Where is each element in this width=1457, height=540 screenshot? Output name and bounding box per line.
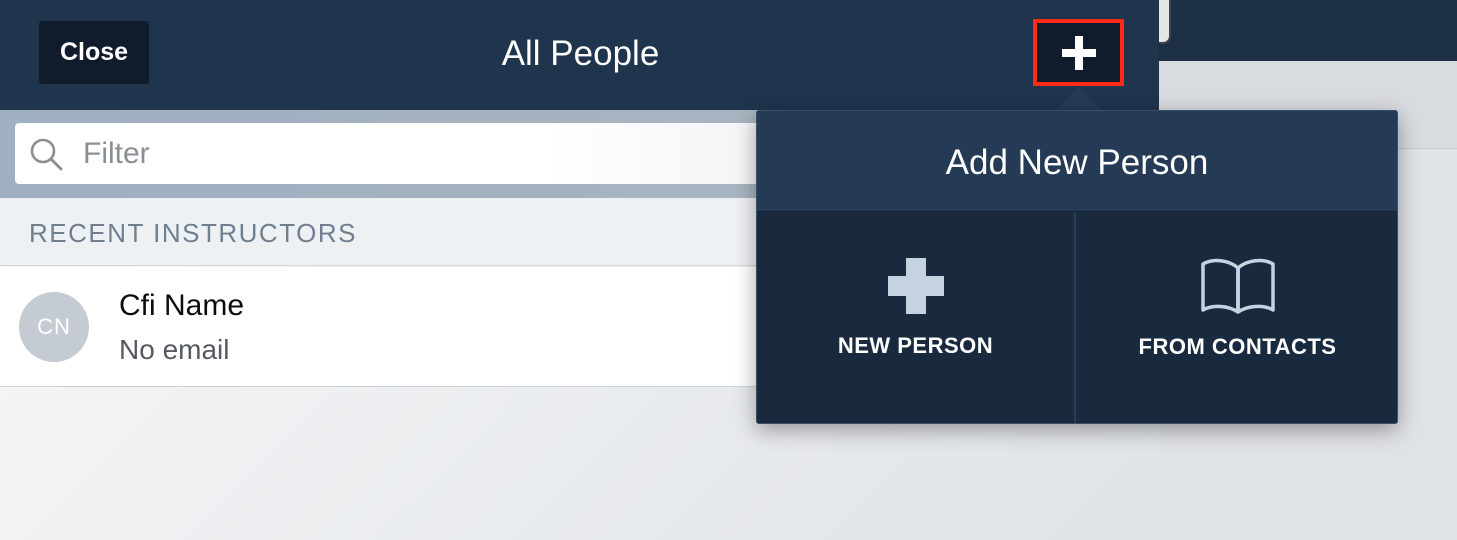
add-person-button[interactable] <box>1033 19 1124 86</box>
filter-field[interactable] <box>15 123 775 184</box>
section-header-label: RECENT INSTRUCTORS <box>29 218 357 248</box>
popover-header: Add New Person <box>757 111 1397 212</box>
from-contacts-button[interactable]: FROM CONTACTS <box>1078 212 1397 423</box>
from-contacts-label: FROM CONTACTS <box>1138 334 1337 359</box>
search-icon <box>30 138 63 171</box>
popover-title: Add New Person <box>945 143 1209 182</box>
add-new-person-popover: Add New Person NEW PERSON FROM CONTACTS <box>756 110 1398 424</box>
book-icon <box>1200 258 1275 314</box>
page-title: All People <box>0 30 1159 78</box>
navigation-bar: Close All People <box>0 0 1159 110</box>
avatar: CN <box>19 292 89 362</box>
filter-input[interactable] <box>81 123 761 184</box>
plus-icon <box>887 258 944 314</box>
new-person-button[interactable]: NEW PERSON <box>757 212 1076 423</box>
popover-arrow <box>1055 87 1103 111</box>
background-app-toolbar <box>1151 0 1457 61</box>
person-email: No email <box>119 334 230 365</box>
person-name: Cfi Name <box>119 289 245 322</box>
plus-icon <box>1061 35 1096 70</box>
new-person-label: NEW PERSON <box>837 333 994 358</box>
page-title-text: All People <box>501 34 660 73</box>
